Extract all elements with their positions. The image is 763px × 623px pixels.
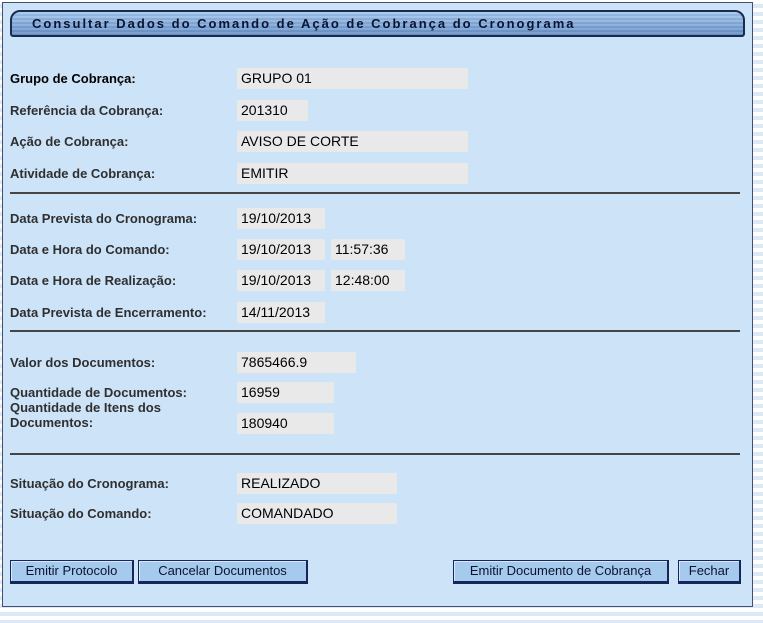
situacao-cronograma-label: Situação do Cronograma: bbox=[10, 473, 232, 494]
dialog-title: Consultar Dados do Comando de Ação de Co… bbox=[12, 16, 576, 31]
fechar-button[interactable]: Fechar bbox=[678, 560, 741, 584]
data-hora-comando-date-value: 19/10/2013 bbox=[237, 239, 325, 260]
row-acao-de-cobranca: Ação de Cobrança: AVISO DE CORTE bbox=[3, 131, 752, 152]
acao-de-cobranca-label: Ação de Cobrança: bbox=[10, 131, 232, 152]
row-situacao-comando: Situação do Comando: COMANDADO bbox=[3, 503, 752, 524]
page: { "window": { "title": "Consultar Dados … bbox=[0, 0, 763, 623]
emitir-protocolo-button[interactable]: Emitir Protocolo bbox=[10, 560, 134, 584]
data-hora-realizacao-time-value: 12:48:00 bbox=[331, 270, 405, 291]
section-separator bbox=[10, 192, 740, 194]
dialog-panel: Consultar Dados do Comando de Ação de Co… bbox=[2, 2, 753, 607]
row-valor-documentos: Valor dos Documentos: 7865466.9 bbox=[3, 352, 752, 373]
atividade-de-cobranca-label: Atividade de Cobrança: bbox=[10, 163, 232, 184]
data-hora-realizacao-date-value: 19/10/2013 bbox=[237, 270, 325, 291]
referencia-da-cobranca-value: 201310 bbox=[237, 100, 308, 121]
data-hora-comando-label: Data e Hora do Comando: bbox=[10, 239, 232, 260]
valor-documentos-label: Valor dos Documentos: bbox=[10, 352, 232, 373]
row-referencia-da-cobranca: Referência da Cobrança: 201310 bbox=[3, 100, 752, 121]
data-prevista-encerramento-value: 14/11/2013 bbox=[237, 302, 325, 323]
data-prevista-cronograma-label: Data Prevista do Cronograma: bbox=[10, 208, 232, 229]
row-grupo-de-cobranca: Grupo de Cobrança: GRUPO 01 bbox=[3, 68, 752, 89]
data-hora-realizacao-label: Data e Hora de Realização: bbox=[10, 270, 232, 291]
section-separator bbox=[10, 453, 740, 455]
row-data-prevista-cronograma: Data Prevista do Cronograma: 19/10/2013 bbox=[3, 208, 752, 229]
situacao-cronograma-value: REALIZADO bbox=[237, 473, 397, 494]
row-atividade-de-cobranca: Atividade de Cobrança: EMITIR bbox=[3, 163, 752, 184]
data-hora-comando-time-value: 11:57:36 bbox=[331, 239, 405, 260]
grupo-de-cobranca-value: GRUPO 01 bbox=[237, 68, 468, 89]
row-quantidade-itens-documentos-field: 180940 bbox=[3, 413, 752, 434]
emitir-documento-cobranca-button[interactable]: Emitir Documento de Cobrança bbox=[453, 560, 669, 584]
dialog-titlebar: Consultar Dados do Comando de Ação de Co… bbox=[10, 10, 745, 37]
row-data-prevista-encerramento: Data Prevista de Encerramento: 14/11/201… bbox=[3, 302, 752, 323]
row-data-hora-comando: Data e Hora do Comando: 19/10/2013 11:57… bbox=[3, 239, 752, 260]
section-separator bbox=[10, 330, 740, 332]
cancelar-documentos-button[interactable]: Cancelar Documentos bbox=[138, 560, 308, 584]
situacao-comando-label: Situação do Comando: bbox=[10, 503, 232, 524]
situacao-comando-value: COMANDADO bbox=[237, 503, 397, 524]
atividade-de-cobranca-value: EMITIR bbox=[237, 163, 468, 184]
data-prevista-cronograma-value: 19/10/2013 bbox=[237, 208, 325, 229]
acao-de-cobranca-value: AVISO DE CORTE bbox=[237, 131, 468, 152]
grupo-de-cobranca-label: Grupo de Cobrança: bbox=[10, 68, 232, 89]
row-situacao-cronograma: Situação do Cronograma: REALIZADO bbox=[3, 473, 752, 494]
row-data-hora-realizacao: Data e Hora de Realização: 19/10/2013 12… bbox=[3, 270, 752, 291]
referencia-da-cobranca-label: Referência da Cobrança: bbox=[10, 100, 232, 121]
valor-documentos-value: 7865466.9 bbox=[237, 352, 356, 373]
data-prevista-encerramento-label: Data Prevista de Encerramento: bbox=[10, 302, 232, 323]
quantidade-itens-documentos-value: 180940 bbox=[237, 413, 334, 434]
